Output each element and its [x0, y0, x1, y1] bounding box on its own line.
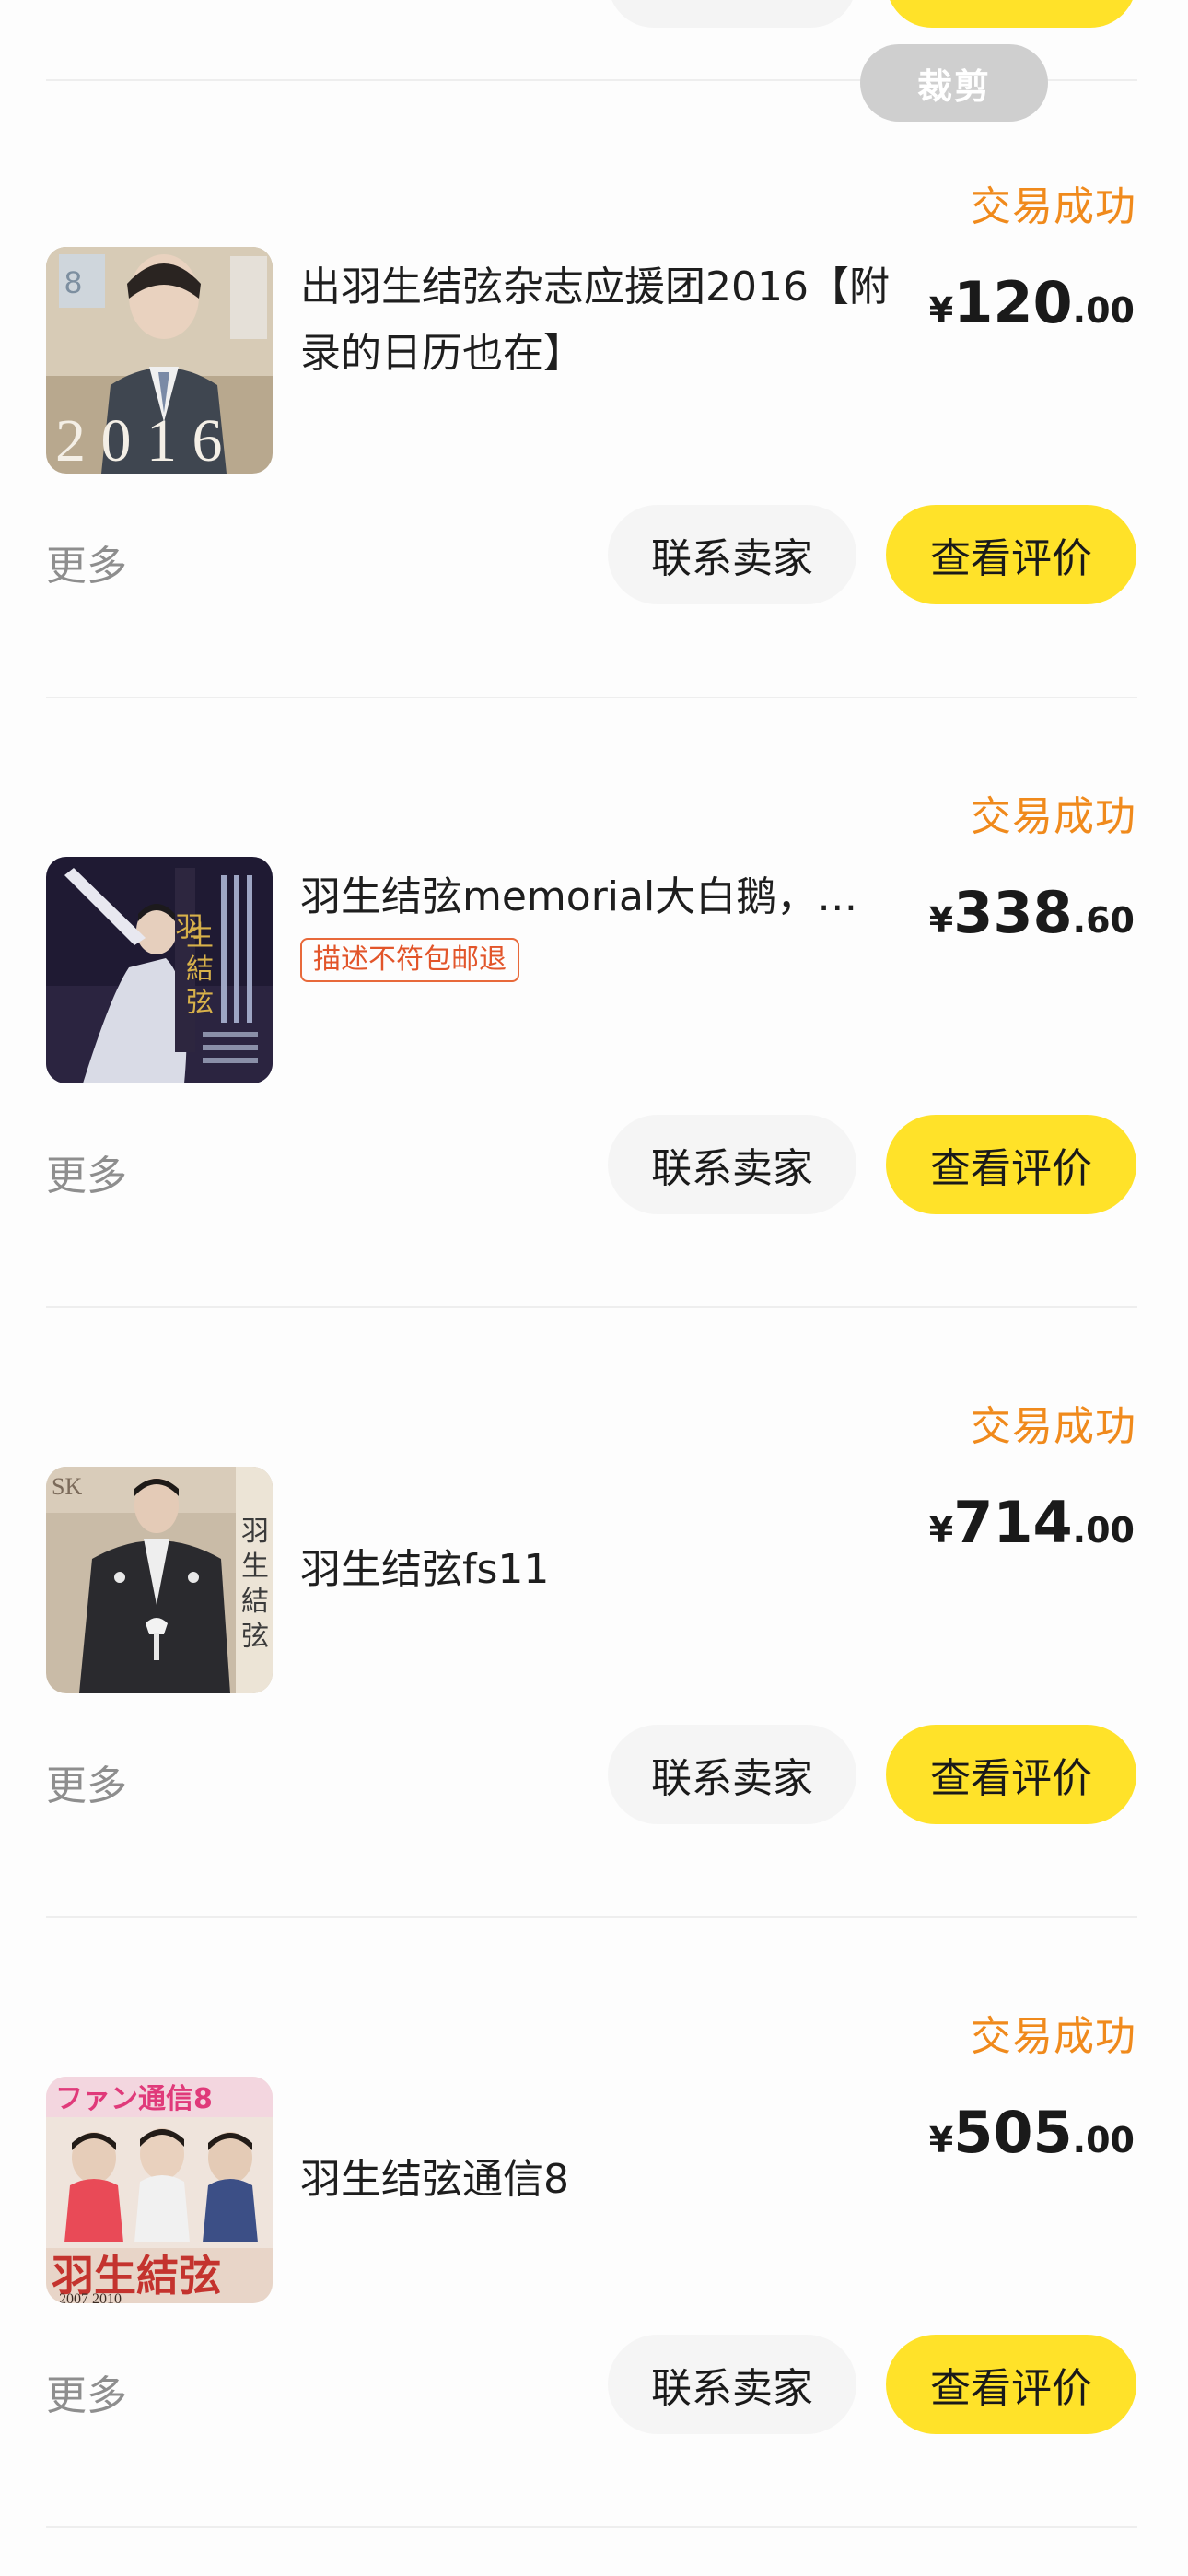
product-thumbnail[interactable]: 8 2 0 1 6 [46, 247, 273, 474]
product-price: ¥714.00 [928, 1489, 1135, 1556]
product-price: ¥120.00 [928, 269, 1135, 336]
view-review-button-partial[interactable] [886, 0, 1136, 28]
contact-seller-button[interactable]: 联系卖家 [608, 1725, 856, 1824]
divider [46, 697, 1137, 698]
product-title[interactable]: 羽生结弦memorial大白鹅，… [300, 864, 899, 931]
product-title[interactable]: 出羽生结弦杂志应援团2016【附录的日历也在】 [300, 254, 908, 387]
order-status: 交易成功 [971, 793, 1136, 840]
more-link[interactable]: 更多 [46, 1142, 127, 1201]
svg-text:SK: SK [52, 1473, 82, 1500]
product-title[interactable]: 羽生结弦fs11 [300, 1537, 908, 1603]
more-link[interactable]: 更多 [46, 2362, 127, 2421]
cover-title-text: ファン通信8 [55, 2083, 213, 2115]
view-review-button[interactable]: 查看评价 [886, 1725, 1136, 1824]
svg-text:8: 8 [64, 265, 82, 300]
svg-text:生: 生 [186, 920, 214, 953]
magazine-cover-2016-image: 8 2 0 1 6 [46, 247, 273, 474]
product-thumbnail[interactable]: ファン通信8 羽生結弦 2007 2010 [46, 2077, 273, 2303]
order-card: 交易成功 羽 生 結 弦 羽生结弦memorial大白鹅，… 描述不符包邮退 ¥… [0, 746, 1188, 1354]
divider [46, 2526, 1137, 2528]
order-status: 交易成功 [971, 1403, 1136, 1450]
view-review-button[interactable]: 查看评价 [886, 2335, 1136, 2434]
crop-button[interactable]: 裁剪 [860, 44, 1048, 122]
svg-text:生: 生 [241, 1551, 269, 1583]
svg-text:弦: 弦 [186, 987, 214, 1019]
divider [46, 1306, 1137, 1308]
svg-text:結: 結 [186, 954, 214, 986]
view-review-button[interactable]: 查看评价 [886, 1115, 1136, 1214]
divider [46, 1916, 1137, 1918]
refund-guarantee-badge: 描述不符包邮退 [300, 938, 519, 982]
product-price: ¥505.00 [928, 2099, 1135, 2166]
product-thumbnail[interactable]: 羽 生 結 弦 SK [46, 1467, 273, 1693]
more-link[interactable]: 更多 [46, 1752, 127, 1811]
contact-seller-button[interactable]: 联系卖家 [608, 505, 856, 604]
magazine-cover-memorial-image: 羽 生 結 弦 [46, 857, 273, 1083]
order-card: 交易成功 ファン通信8 羽生結弦 2007 2010 羽生结弦通信8 ¥505.… [0, 1966, 1188, 2574]
product-title[interactable]: 羽生结弦通信8 [300, 2147, 908, 2213]
product-price: ¥338.60 [928, 879, 1135, 946]
magazine-cover-kimono-image: 羽 生 結 弦 SK [46, 1467, 273, 1693]
magazine-cover-fan-tsushin-image: ファン通信8 羽生結弦 2007 2010 [46, 2077, 273, 2303]
cover-years-text: 2007 2010 [59, 2291, 122, 2303]
svg-text:羽: 羽 [241, 1516, 269, 1548]
svg-text:結: 結 [241, 1586, 269, 1618]
order-list-page: 裁剪 交易成功 8 2 0 1 6 出羽生结弦杂志应援团2016【附录的日历也在… [0, 0, 1188, 2576]
order-card: 交易成功 羽 生 結 弦 SK 羽生结弦fs11 ¥714.00 更多 联系卖家… [0, 1356, 1188, 1964]
contact-seller-button[interactable]: 联系卖家 [608, 2335, 856, 2434]
svg-text:弦: 弦 [241, 1621, 269, 1653]
contact-seller-button[interactable]: 联系卖家 [608, 1115, 856, 1214]
more-link[interactable]: 更多 [46, 533, 127, 591]
cover-year-text: 2 0 1 6 [55, 407, 223, 474]
view-review-button[interactable]: 查看评价 [886, 505, 1136, 604]
order-status: 交易成功 [971, 183, 1136, 230]
contact-seller-button-partial[interactable] [608, 0, 856, 28]
order-status: 交易成功 [971, 2013, 1136, 2060]
product-thumbnail[interactable]: 羽 生 結 弦 [46, 857, 273, 1083]
order-card: 交易成功 8 2 0 1 6 出羽生结弦杂志应援团2016【附录的日历也在】 ¥… [0, 136, 1188, 744]
